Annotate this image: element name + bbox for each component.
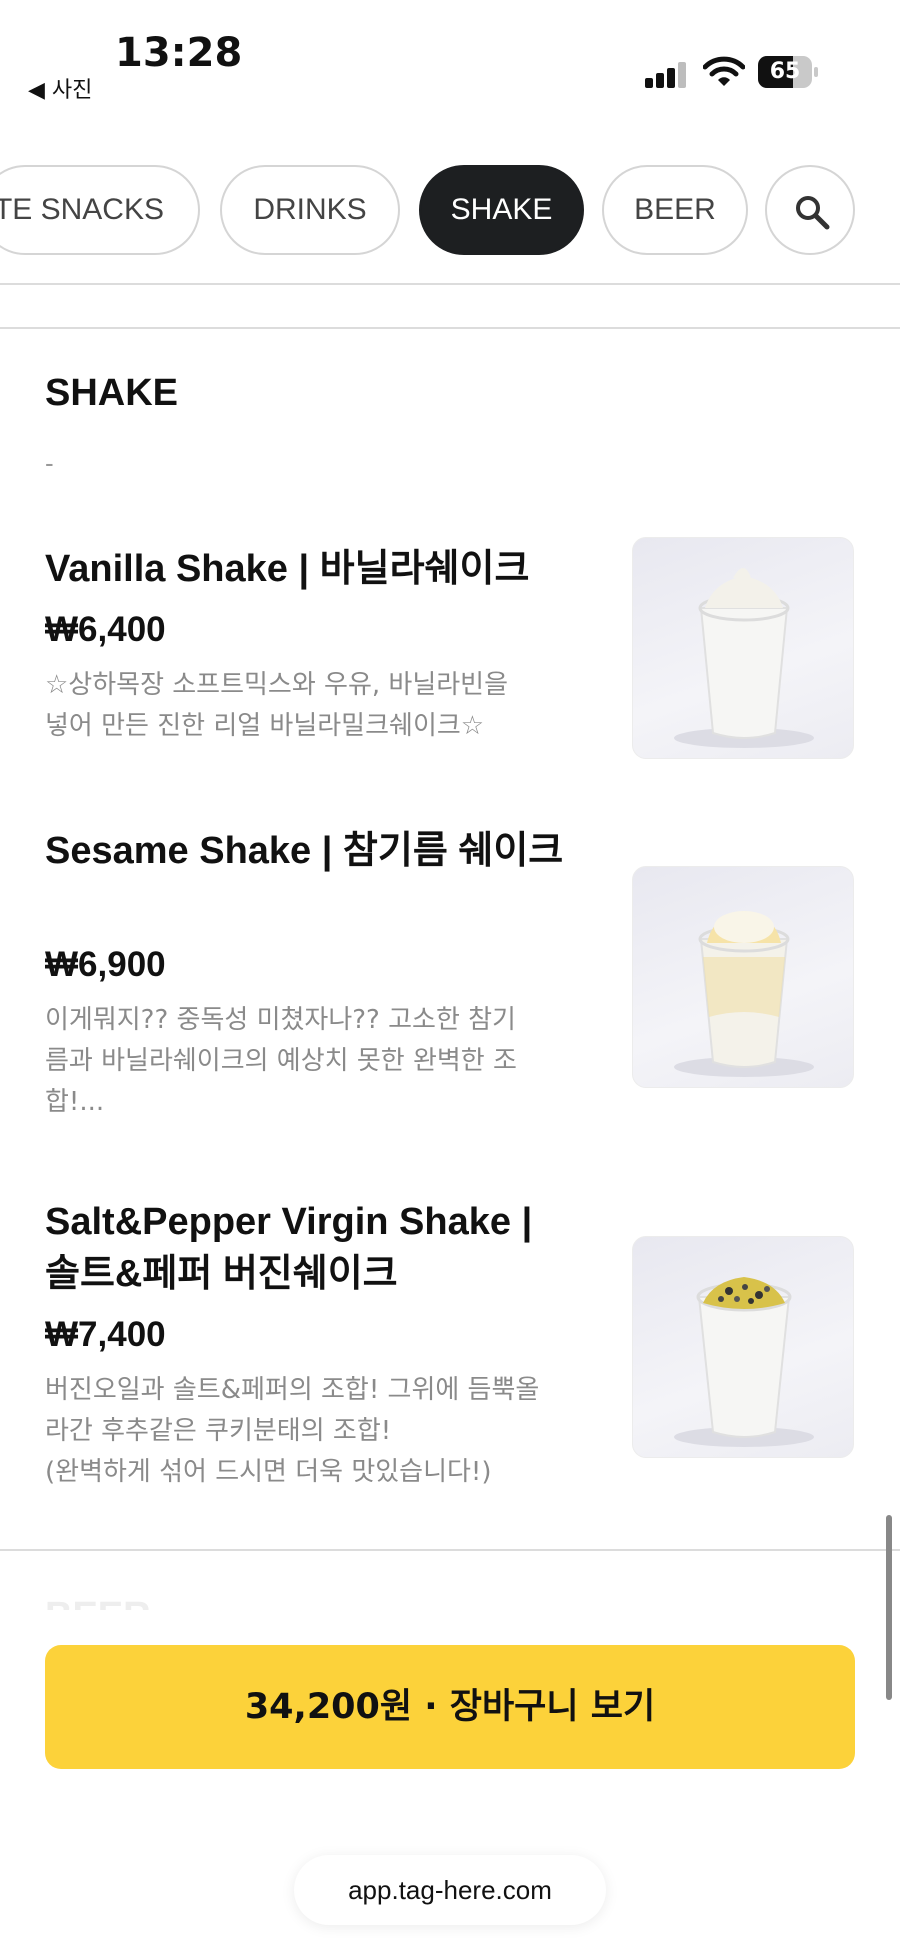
item-description: 이게뭐지?? 중독성 미쳤자나?? 고소한 참기 름과 바닐라쉐이크의 예상치 … [45, 1005, 517, 1117]
status-bar: 13:28 ◀ 사진 65 [0, 0, 900, 120]
category-tabs: TE SNACKS DRINKS SHAKE BEER [0, 165, 900, 257]
item-description: 버진오일과 솔트&페퍼의 조합! 그위에 듬뿍올 라간 후추같은 쿠키분태의 조… [45, 1375, 540, 1487]
divider [0, 283, 900, 285]
status-time: 13:28 [115, 30, 243, 76]
item-image-sesame-shake[interactable] [632, 866, 854, 1088]
item-image-salt-pepper-shake[interactable] [632, 1236, 854, 1458]
divider [0, 327, 900, 329]
tab-snacks[interactable]: TE SNACKS [0, 165, 200, 255]
back-to-app-link[interactable]: ◀ 사진 [28, 72, 92, 104]
divider [0, 1549, 900, 1551]
section-title: SHAKE [45, 372, 179, 414]
battery-percentage: 65 [769, 59, 801, 84]
item-price: ₩7,400 [45, 1315, 166, 1354]
url-bar[interactable]: app.tag-here.com [294, 1855, 606, 1925]
view-cart-button[interactable]: 34,200원 · 장바구니 보기 [45, 1645, 855, 1769]
tab-drinks[interactable]: DRINKS [220, 165, 400, 255]
section-description: - [45, 448, 54, 478]
search-button[interactable] [765, 165, 855, 255]
cellular-signal-icon [645, 62, 687, 88]
tab-beer[interactable]: BEER [602, 165, 748, 255]
item-description: ☆상하목장 소프트믹스와 우유, 바닐라빈을 넣어 만든 진한 리얼 바닐라밀크… [45, 670, 509, 741]
item-image-vanilla-shake[interactable] [632, 537, 854, 759]
item-price: ₩6,900 [45, 945, 166, 984]
search-icon [796, 196, 830, 230]
item-name: Salt&Pepper Virgin Shake | 솔트&페퍼 버진쉐이크 [45, 1201, 533, 1295]
wifi-icon [702, 56, 746, 88]
scrollbar[interactable] [886, 1515, 892, 1700]
item-name: Sesame Shake | 참기름 쉐이크 [45, 830, 564, 872]
item-name: Vanilla Shake | 바닐라쉐이크 [45, 548, 530, 590]
item-price: ₩6,400 [45, 610, 166, 649]
battery-icon: 65 [758, 56, 818, 88]
tab-shake[interactable]: SHAKE [419, 165, 584, 255]
